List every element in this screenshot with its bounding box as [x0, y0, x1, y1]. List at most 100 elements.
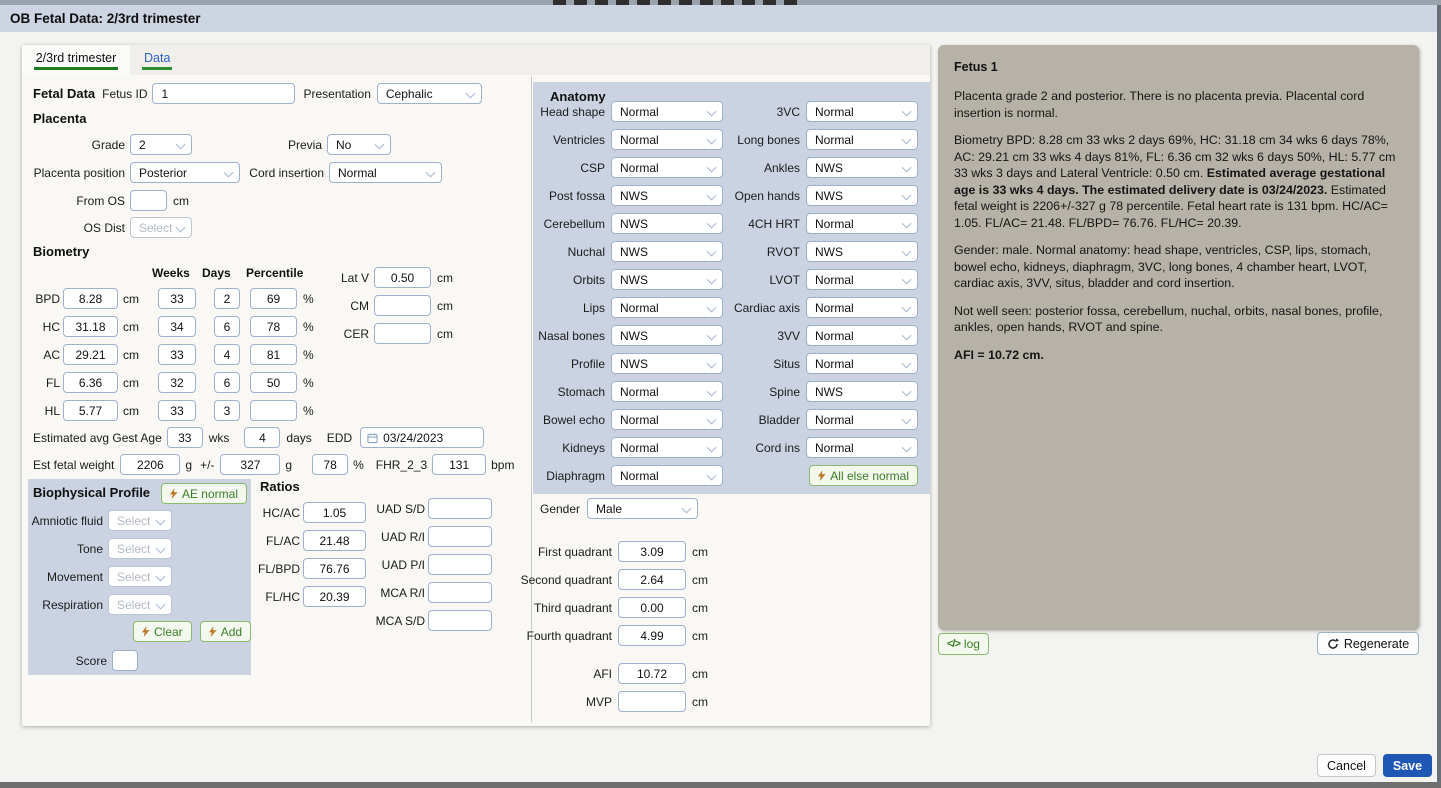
- spine-row: SpineNWS: [693, 381, 918, 402]
- hl-weeks-input[interactable]: [158, 400, 196, 421]
- bpd-weeks-input[interactable]: [158, 288, 196, 309]
- fl-bpd-input[interactable]: [303, 558, 366, 579]
- placenta-position-select[interactable]: Posterior: [130, 162, 240, 183]
- cardiac-axis-select[interactable]: Normal: [806, 297, 918, 318]
- efw-percentile-input[interactable]: [312, 454, 348, 475]
- os-dist-select[interactable]: Select: [130, 217, 192, 238]
- mca-ri-input[interactable]: [428, 582, 492, 603]
- score-input[interactable]: [112, 650, 138, 671]
- cord-insertion-select[interactable]: Normal: [329, 162, 442, 183]
- cord-ins-select[interactable]: Normal: [806, 437, 918, 458]
- from-os-input[interactable]: [130, 190, 167, 211]
- hc-percentile-input[interactable]: [250, 316, 297, 337]
- tab-data[interactable]: Data: [142, 45, 172, 75]
- grade-select[interactable]: 2: [130, 134, 192, 155]
- uad-pi-input[interactable]: [428, 554, 492, 575]
- cancel-button[interactable]: Cancel: [1317, 754, 1376, 777]
- mvp-input[interactable]: [618, 691, 686, 712]
- hl-value-input[interactable]: [63, 400, 118, 421]
- hl-days-input[interactable]: [214, 400, 240, 421]
- chevron-down-icon: [176, 140, 186, 150]
- amniotic-fluid-select[interactable]: Select: [108, 510, 172, 531]
- all-else-normal-button[interactable]: All else normal: [809, 465, 918, 486]
- fl-weeks-input[interactable]: [158, 372, 196, 393]
- second-quadrant-input[interactable]: [618, 569, 686, 590]
- rvot-select[interactable]: NWS: [806, 241, 918, 262]
- tab-trimester[interactable]: 2/3rd trimester: [22, 45, 130, 75]
- hc-days-input[interactable]: [214, 316, 240, 337]
- rvot-label: RVOT: [693, 245, 806, 259]
- cm-input[interactable]: [374, 295, 431, 316]
- gest-weeks-input[interactable]: [167, 427, 203, 448]
- open-hands-select[interactable]: NWS: [806, 185, 918, 206]
- clear-button[interactable]: Clear: [133, 621, 192, 642]
- efw-pm-input[interactable]: [220, 454, 280, 475]
- long-bones-select[interactable]: Normal: [806, 129, 918, 150]
- third-quadrant-input[interactable]: [618, 597, 686, 618]
- log-button[interactable]: </>log: [938, 633, 989, 655]
- lightning-icon: [818, 470, 826, 481]
- fetus-id-input[interactable]: [152, 83, 295, 104]
- ratios-right: UAD S/D UAD R/I UAD P/I MCA R/I MCA S/D: [368, 498, 492, 638]
- hl-percentile-input[interactable]: [250, 400, 297, 421]
- fhr-input[interactable]: [432, 454, 486, 475]
- edd-date-input[interactable]: 03/24/2023: [360, 427, 484, 448]
- fl-hc-row: FL/HC: [252, 586, 366, 607]
- ratios-left: HC/AC FL/AC FL/BPD FL/HC: [252, 502, 366, 614]
- fl-percentile-input[interactable]: [250, 372, 297, 393]
- gest-days-input[interactable]: [244, 427, 280, 448]
- hc-weeks-input[interactable]: [158, 316, 196, 337]
- lvot-select[interactable]: Normal: [806, 269, 918, 290]
- gest-wks-unit: wks: [209, 431, 230, 445]
- uad-ri-input[interactable]: [428, 526, 492, 547]
- situs-select[interactable]: Normal: [806, 353, 918, 374]
- cord-ins-row: Cord insNormal: [693, 437, 918, 458]
- mca-sd-input[interactable]: [428, 610, 492, 631]
- grade-label: Grade: [32, 138, 125, 152]
- ac-days-input[interactable]: [214, 344, 240, 365]
- chevron-down-icon: [902, 163, 912, 173]
- 4ch-hrt-select[interactable]: Normal: [806, 213, 918, 234]
- bpd-days-input[interactable]: [214, 288, 240, 309]
- lat-v-input[interactable]: [374, 267, 431, 288]
- ac-percentile-input[interactable]: [250, 344, 297, 365]
- 3vv-select[interactable]: Normal: [806, 325, 918, 346]
- cer-input[interactable]: [374, 323, 431, 344]
- fl-days-input[interactable]: [214, 372, 240, 393]
- fl-ac-input[interactable]: [303, 530, 366, 551]
- bpd-value-input[interactable]: [63, 288, 118, 309]
- score-label: Score: [58, 654, 107, 668]
- right-frame-strip: [1437, 5, 1441, 782]
- regenerate-button[interactable]: Regenerate: [1317, 632, 1419, 655]
- save-button[interactable]: Save: [1383, 754, 1432, 777]
- fourth-quadrant-input[interactable]: [618, 625, 686, 646]
- hc-ac-label: HC/AC: [252, 506, 300, 520]
- tone-select[interactable]: Select: [108, 538, 172, 559]
- ae-normal-button[interactable]: AE normal: [161, 483, 247, 504]
- chevron-down-icon: [375, 140, 385, 150]
- efw-input[interactable]: [120, 454, 180, 475]
- spine-select[interactable]: NWS: [806, 381, 918, 402]
- ac-value-input[interactable]: [63, 344, 118, 365]
- fl-value-input[interactable]: [63, 372, 118, 393]
- previa-select[interactable]: No: [327, 134, 391, 155]
- presentation-select[interactable]: Cephalic: [377, 83, 482, 104]
- hc-value-input[interactable]: [63, 316, 118, 337]
- 3vc-select[interactable]: Normal: [806, 101, 918, 122]
- hc-ac-input[interactable]: [303, 502, 366, 523]
- afi-input[interactable]: [618, 663, 686, 684]
- first-quadrant-input[interactable]: [618, 541, 686, 562]
- ac-weeks-input[interactable]: [158, 344, 196, 365]
- bpd-label: BPD: [33, 292, 60, 306]
- gender-select[interactable]: Male: [587, 498, 698, 519]
- gender-row: Gender Male: [540, 498, 698, 519]
- ankles-select[interactable]: NWS: [806, 157, 918, 178]
- first-quadrant-label: First quadrant: [512, 545, 612, 559]
- uad-sd-input[interactable]: [428, 498, 492, 519]
- bpd-percentile-input[interactable]: [250, 288, 297, 309]
- movement-select[interactable]: Select: [108, 566, 172, 587]
- respiration-select[interactable]: Select: [108, 594, 172, 615]
- bladder-select[interactable]: Normal: [806, 409, 918, 430]
- fl-hc-input[interactable]: [303, 586, 366, 607]
- add-button[interactable]: Add: [200, 621, 251, 642]
